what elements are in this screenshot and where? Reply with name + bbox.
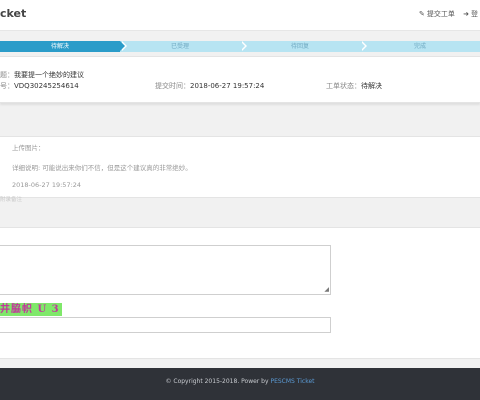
ticket-title-label: 题： (0, 71, 14, 79)
header-links: ✎ 提交工单 ➜ 登 (413, 9, 478, 19)
progress-step-label: 待解决 (50, 43, 69, 50)
resize-handle-icon[interactable]: ◢ (324, 287, 329, 293)
copyright-text: © Copyright 2015-2018. Power by (165, 378, 271, 385)
progress-step-label: 已受理 (170, 43, 189, 50)
submit-ticket-icon: ✎ (419, 10, 425, 18)
submit-time-label: 提交时间： (155, 82, 190, 90)
upload-image-label: 上传图片： (12, 144, 45, 152)
reply-time: 2018-06-27 19:57:24 (12, 181, 82, 189)
ticket-status-row: 工单状态：待解决 (326, 81, 382, 91)
ticket-status-label: 工单状态： (326, 82, 361, 90)
login-label: 登 (471, 10, 478, 18)
progress-step-label: 待回复 (290, 43, 309, 50)
ticket-number-value: VDQ30245254614 (14, 82, 79, 90)
progress-step-pending: 待解决 (0, 41, 127, 52)
reply-form: ◢ 井脇帜 U 3 (0, 227, 480, 359)
progress-step-reply: 待回复 (240, 41, 367, 52)
captcha-image[interactable]: 井脇帜 U 3 (0, 303, 62, 316)
ticket-number-label: 号： (0, 82, 14, 90)
progress-step-accepted: 已受理 (120, 41, 247, 52)
ticket-info-panel: 题：我要提一个绝妙的建议 号：VDQ30245254614 提交时间：2018-… (0, 56, 480, 103)
progress-step-label: 完成 (413, 43, 426, 50)
login-icon: ➜ (463, 10, 469, 18)
top-header: cket ✎ 提交工单 ➜ 登 (0, 0, 480, 31)
ticket-detail-text: 详细说明: 可能说出来你们不信，但是这个建议真的非常绝妙。 (12, 164, 192, 172)
login-link[interactable]: ➜ 登 (463, 10, 478, 18)
captcha-input[interactable] (0, 317, 331, 333)
footer-brand-link[interactable]: PESCMS Ticket (270, 378, 314, 385)
ticket-status-value: 待解决 (361, 82, 382, 90)
progress-step-complete: 完成 (360, 41, 480, 52)
ticket-progress: 待解决 已受理 待回复 完成 (0, 41, 480, 52)
app-brand[interactable]: cket (0, 7, 26, 20)
ticket-content-panel: 上传图片： 详细说明: 可能说出来你们不信，但是这个建议真的非常绝妙。 2018… (0, 136, 480, 198)
reply-textarea[interactable]: ◢ (0, 245, 331, 295)
ticket-title-row: 题：我要提一个绝妙的建议 (0, 70, 84, 80)
submit-time-value: 2018-06-27 19:57:24 (190, 82, 265, 90)
ticket-number-row: 号：VDQ30245254614 (0, 81, 79, 91)
page-footer: © Copyright 2015-2018. Power by PESCMS T… (0, 368, 480, 400)
faint-note: 附录备注 (0, 197, 23, 203)
submit-time-row: 提交时间：2018-06-27 19:57:24 (155, 81, 264, 91)
submit-ticket-link[interactable]: ✎ 提交工单 (419, 10, 457, 18)
submit-ticket-label: 提交工单 (426, 10, 455, 18)
ticket-title-value: 我要提一个绝妙的建议 (14, 71, 84, 79)
